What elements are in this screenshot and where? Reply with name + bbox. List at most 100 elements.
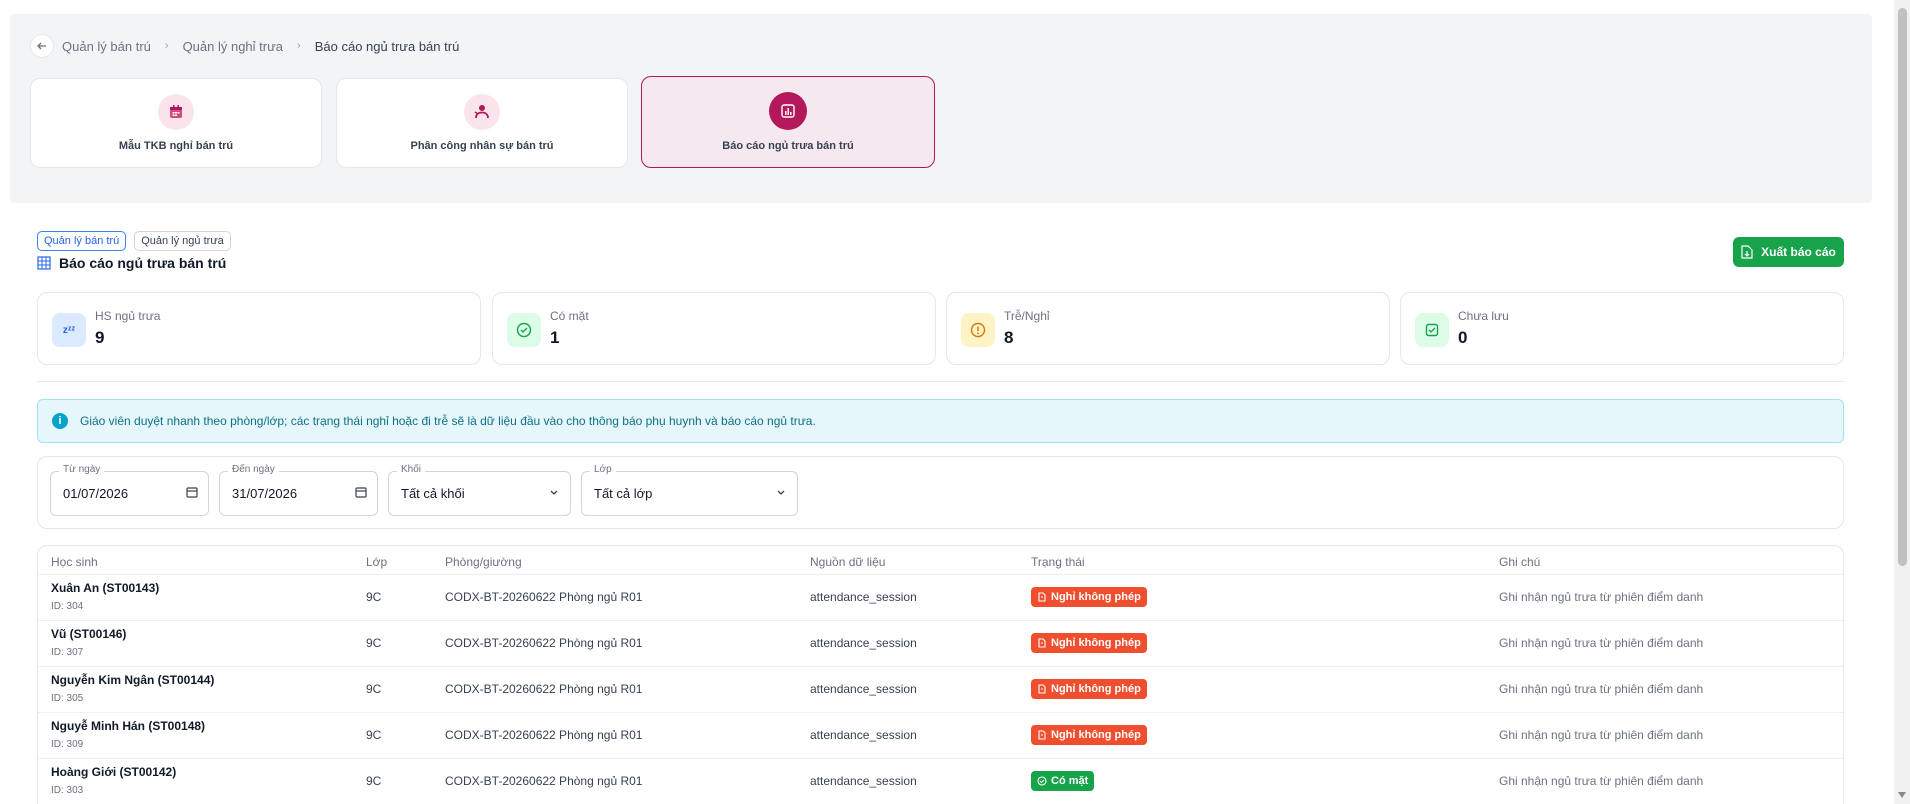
breadcrumb-item-nap-management[interactable]: Quản lý nghỉ trưa [183,39,283,54]
stat-label: Chưa lưu [1458,309,1509,323]
module-tags: Quản lý bán trú Quản lý ngủ trưa [37,231,231,251]
source-cell: attendance_session [810,636,917,650]
student-name[interactable]: Xuân An (ST00143) [51,581,159,595]
note-cell: Ghi nhận ngủ trưa từ phiên điểm danh [1499,728,1704,742]
to-date-field[interactable]: Đến ngày 31/07/2026 [219,464,378,516]
page-scrollbar[interactable] [1894,0,1910,804]
status-badge-label: Có mặt [1051,775,1089,787]
status-badge-label: Nghỉ không phép [1051,729,1141,741]
table-row[interactable]: Hoàng Giới (ST00142) ID: 303 9C CODX-BT-202… [38,758,1843,804]
export-report-label: Xuất báo cáo [1761,245,1836,259]
nav-card-label: Báo cáo ngủ trưa bán trú [722,140,854,152]
field-value: Tất cả lớp [594,486,653,501]
student-name[interactable]: Vũ (ST00146) [51,627,126,641]
stat-value: 8 [1004,328,1014,347]
table-row[interactable]: Nguyễ Minh Hán (ST00148) ID: 309 9C CODX-BT… [38,712,1843,758]
stat-label: Trễ/Nghỉ [1004,309,1050,323]
class-select[interactable]: Lớp Tất cả lớp [581,464,798,516]
breadcrumb: Quản lý bán trú › Quản lý nghỉ trưa › Bá… [30,34,459,58]
chevron-right-icon: › [297,40,301,52]
student-name[interactable]: Nguyễ Minh Hán (ST00148) [51,719,205,733]
document-absent-icon [1038,684,1046,694]
room-cell: CODX-BT-20260622 Phòng ngủ R01 [445,590,643,604]
student-nap-table: Học sinh Lớp Phòng/giường Nguồn dữ liệu … [37,545,1844,804]
scroll-down-arrow-icon[interactable] [1898,792,1906,798]
check-circle-icon [1037,776,1047,786]
table-row[interactable]: Nguyễn Kim Ngân (ST00144) ID: 305 9C CODX-B… [38,666,1843,712]
note-cell: Ghi nhận ngủ trưa từ phiên điểm danh [1499,636,1704,650]
calendar-icon [158,94,194,130]
export-report-button[interactable]: Xuất báo cáo [1733,237,1844,267]
chevron-down-icon [550,490,558,495]
status-badge: Có mặt [1031,771,1095,791]
source-cell: attendance_session [810,682,917,696]
column-header-student[interactable]: Học sinh [51,555,98,569]
stat-card-nap-students: zᶻᶻ HS ngủ trưa 9 [37,292,481,365]
breadcrumb-item-current: Báo cáo ngủ trưa bán trú [314,38,460,54]
unsaved-icon [1415,313,1449,347]
student-name[interactable]: Hoàng Giới (ST00142) [51,765,176,779]
tag-boarding-management[interactable]: Quản lý bán trú [37,231,127,251]
grade-select[interactable]: Khối Tất cả khối [388,464,571,516]
warning-circle-icon [961,313,995,347]
nav-card-nap-report[interactable]: Báo cáo ngủ trưa bán trú [641,76,935,168]
stat-card-unsaved: Chưa lưu 0 [1400,292,1844,365]
field-label: Lớp [590,464,616,475]
status-badge-label: Nghỉ không phép [1051,591,1141,603]
note-cell: Ghi nhận ngủ trưa từ phiên điểm danh [1499,590,1704,604]
nav-card-staff-assignment[interactable]: Phân công nhân sự bán trú [336,78,628,168]
student-id: ID: 305 [51,693,84,704]
status-badge: Nghỉ không phép [1031,587,1147,607]
stat-label: Có mặt [550,309,589,323]
page-title-text: Báo cáo ngủ trưa bán trú [59,255,227,271]
source-cell: attendance_session [810,728,917,742]
table-row[interactable]: Vũ (ST00146) ID: 307 9C CODX-BT-20260622 Ph… [38,620,1843,666]
sleep-zzz-icon: zᶻᶻ [52,313,86,347]
stat-label: HS ngủ trưa [95,309,161,323]
student-id: ID: 309 [51,739,84,750]
student-id: ID: 304 [51,601,84,612]
class-cell: 9C [366,774,382,788]
field-label: Khối [397,464,426,475]
scrollbar-thumb[interactable] [1898,8,1907,566]
column-header-source[interactable]: Nguồn dữ liệu [810,555,885,569]
report-chart-icon [769,92,807,130]
calendar-icon[interactable] [186,486,198,498]
room-cell: CODX-BT-20260622 Phòng ngủ R01 [445,774,643,788]
status-badge: Nghỉ không phép [1031,725,1147,745]
column-header-status[interactable]: Trạng thái [1031,555,1085,569]
nav-card-label: Phân công nhân sự bán trú [410,140,554,152]
field-label: Từ ngày [59,464,105,475]
back-button[interactable] [30,34,54,58]
chevron-down-icon [777,490,785,495]
note-cell: Ghi nhận ngủ trưa từ phiên điểm danh [1499,774,1704,788]
room-cell: CODX-BT-20260622 Phòng ngủ R01 [445,682,643,696]
document-absent-icon [1038,638,1046,648]
nav-card-schedule-template[interactable]: Mẫu TKB nghỉ bán trú [30,78,322,168]
column-header-room[interactable]: Phòng/giường [445,555,522,569]
top-navigation-panel: Quản lý bán trú › Quản lý nghỉ trưa › Bá… [10,14,1872,203]
stat-value: 1 [550,328,560,347]
column-header-class[interactable]: Lớp [366,555,387,569]
document-absent-icon [1038,730,1046,740]
calendar-icon[interactable] [355,486,367,498]
source-cell: attendance_session [810,774,917,788]
stat-card-present: Có mặt 1 [492,292,936,365]
class-cell: 9C [366,636,382,650]
table-grid-icon [37,256,51,270]
breadcrumb-item-boarding[interactable]: Quản lý bán trú [62,39,151,54]
column-header-note[interactable]: Ghi chú [1499,555,1540,569]
stat-card-late-absent: Trễ/Nghỉ 8 [946,292,1390,365]
stat-value: 0 [1458,328,1468,347]
stat-value: 9 [95,328,105,347]
page-title: Báo cáo ngủ trưa bán trú [37,255,226,271]
info-alert-text: Giáo viên duyệt nhanh theo phòng/lớp; cá… [80,414,816,428]
from-date-field[interactable]: Từ ngày 01/07/2026 [50,464,209,516]
room-cell: CODX-BT-20260622 Phòng ngủ R01 [445,636,643,650]
student-name[interactable]: Nguyễn Kim Ngân (ST00144) [51,673,214,687]
check-circle-icon [507,313,541,347]
tag-nap-management[interactable]: Quản lý ngủ trưa [134,231,231,251]
note-cell: Ghi nhận ngủ trưa từ phiên điểm danh [1499,682,1704,696]
table-row[interactable]: Xuân An (ST00143) ID: 304 9C CODX-BT-202606… [38,574,1843,620]
status-badge: Nghỉ không phép [1031,633,1147,653]
